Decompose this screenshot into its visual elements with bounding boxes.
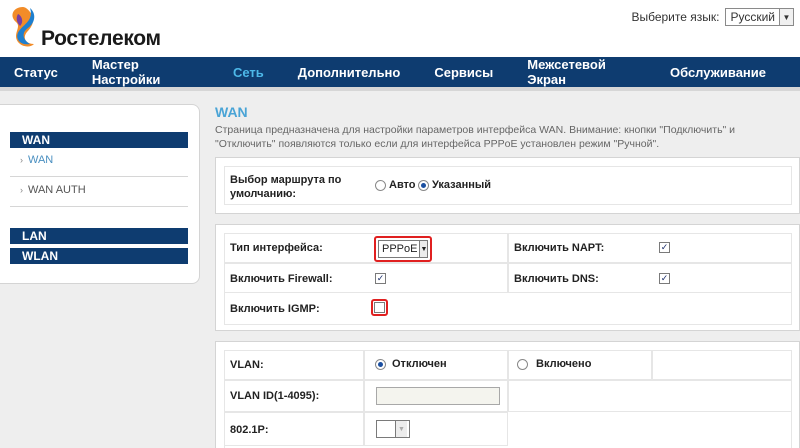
sidebar: WAN › WAN › WAN AUTH LAN WLAN	[0, 104, 200, 284]
header: Ростелеком Выберите язык: Русский ▼	[0, 0, 800, 57]
sidebar-item-wan[interactable]: › WAN	[20, 154, 53, 166]
page-description: Страница предназначена для настройки пар…	[215, 124, 736, 150]
brand-name: Ростелеком	[41, 27, 161, 50]
sidebar-group-lan[interactable]: LAN	[10, 228, 188, 244]
chevron-down-icon[interactable]: ▼	[419, 241, 428, 257]
napt-label: Включить NAPT:	[514, 242, 605, 254]
igmp-label: Включить IGMP:	[230, 303, 320, 315]
language-value: Русский	[730, 10, 775, 24]
route-auto-radio[interactable]	[375, 180, 386, 191]
nav-wizard[interactable]: Мастер Настройки	[92, 57, 199, 87]
route-label: Выбор маршрута по умолчанию:	[230, 174, 342, 200]
vlan-on-radio[interactable]	[517, 359, 528, 370]
firewall-label: Включить Firewall:	[230, 273, 333, 285]
language-dropdown[interactable]: Русский ▼	[725, 8, 794, 26]
chevron-down-icon[interactable]: ▼	[395, 421, 407, 437]
main-nav: Статус Мастер Настройки Сеть Дополнитель…	[0, 57, 800, 87]
vlan-label: VLAN:	[230, 359, 264, 371]
rostelecom-logo: Ростелеком	[6, 4, 166, 52]
language-label: Выберите язык:	[631, 10, 720, 24]
sidebar-item-label: WAN	[28, 154, 54, 166]
nav-network[interactable]: Сеть	[233, 65, 264, 80]
iface-type-label: Тип интерфейса:	[230, 242, 323, 254]
vlan-off-label: Отключен	[392, 358, 447, 370]
vlan-id-label: VLAN ID(1-4095):	[230, 390, 320, 402]
divider	[10, 206, 188, 207]
vlan-id-input[interactable]	[376, 387, 500, 405]
iface-type-select[interactable]: PPPoE ▼	[378, 240, 428, 258]
table-cell	[508, 380, 792, 412]
route-manual-radio[interactable]	[418, 180, 429, 191]
igmp-checkbox[interactable]	[374, 302, 385, 313]
dns-label: Включить DNS:	[514, 273, 599, 285]
sidebar-item-label: WAN AUTH	[28, 184, 86, 196]
chevron-down-icon[interactable]: ▼	[779, 9, 793, 25]
napt-checkbox[interactable]: ✓	[659, 242, 670, 253]
nav-firewall[interactable]: Межсетевой Экран	[527, 57, 636, 87]
dot1p-select[interactable]: ▼	[376, 420, 410, 438]
route-panel: Выбор маршрута по умолчанию: Авто Указан…	[215, 157, 800, 214]
sidebar-group-wan[interactable]: WAN	[10, 132, 188, 148]
route-manual-label: Указанный	[432, 179, 492, 191]
iface-type-value: PPPoE	[382, 243, 418, 255]
sidebar-item-wan-auth[interactable]: › WAN AUTH	[20, 184, 86, 196]
firewall-checkbox[interactable]: ✓	[375, 273, 386, 284]
interface-panel: Тип интерфейса: PPPoE ▼ Включить NAPT: ✓…	[215, 224, 800, 331]
page-title: WAN	[215, 104, 248, 120]
nav-advanced[interactable]: Дополнительно	[298, 65, 401, 80]
nav-status[interactable]: Статус	[14, 65, 58, 80]
vlan-off-radio[interactable]	[375, 359, 386, 370]
language-selector: Выберите язык: Русский ▼	[631, 8, 794, 26]
vlan-on-label: Включено	[536, 358, 592, 370]
nav-maintenance[interactable]: Обслуживание	[670, 65, 766, 80]
divider	[10, 176, 188, 177]
bullet-icon: ›	[20, 155, 23, 165]
nav-services[interactable]: Сервисы	[434, 65, 493, 80]
table-cell	[652, 350, 792, 380]
vlan-panel: VLAN: Отключен Включено VLAN ID(1-4095):…	[215, 341, 800, 448]
route-auto-label: Авто	[389, 179, 416, 191]
bullet-icon: ›	[20, 185, 23, 195]
dns-checkbox[interactable]: ✓	[659, 273, 670, 284]
sidebar-group-wlan[interactable]: WLAN	[10, 248, 188, 264]
dot1p-label: 802.1P:	[230, 424, 269, 436]
